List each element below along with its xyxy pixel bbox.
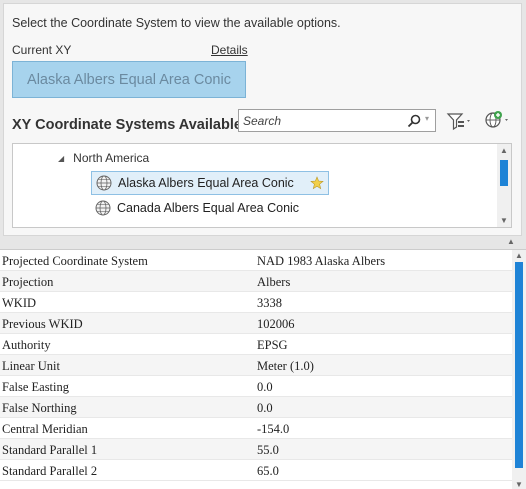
table-row: False Easting 0.0 [0,376,512,397]
properties-scroll-thumb[interactable] [515,262,523,468]
property-value: 102006 [257,317,295,331]
property-name: Authority [2,338,51,352]
table-row: Previous WKID 102006 [0,313,512,334]
tree-item-canada-albers[interactable]: Canada Albers Equal Area Conic [91,196,299,220]
property-name: False Northing [2,401,77,415]
property-name: Projected Coordinate System [2,254,148,268]
search-icon[interactable] [406,113,422,129]
filter-icon[interactable] [445,110,473,132]
search-box[interactable]: ▾ [238,109,436,132]
scroll-down-arrow-icon[interactable]: ▼ [497,216,511,225]
search-input[interactable] [243,112,403,129]
property-name: Linear Unit [2,359,60,373]
scroll-down-arrow-icon[interactable]: ▼ [512,480,526,489]
tree-item-alaska-albers[interactable]: Alaska Albers Equal Area Conic [91,171,329,195]
table-row: False Northing 0.0 [0,397,512,418]
tree-item-label: Alaska Albers Equal Area Conic [118,176,294,190]
current-xy-label: Current XY [12,43,72,57]
tree-group-label: North America [73,151,150,165]
splitter-arrow-icon[interactable]: ▲ [507,237,515,246]
table-row: Standard Parallel 2 65.0 [0,460,512,481]
add-globe-icon[interactable] [481,109,511,131]
property-value: Albers [257,275,291,289]
table-row: Linear Unit Meter (1.0) [0,355,512,376]
tree-item-label: Canada Albers Equal Area Conic [117,201,300,215]
tree-scroll-thumb[interactable] [500,160,508,186]
property-value: -154.0 [257,422,290,436]
property-value: 3338 [257,296,282,310]
scroll-up-arrow-icon[interactable]: ▲ [497,146,511,155]
property-value: 65.0 [257,464,279,478]
globe-icon [96,175,112,191]
property-name: WKID [2,296,37,310]
property-name: False Easting [2,380,70,394]
properties-table: Projected Coordinate System NAD 1983 Ala… [0,249,526,489]
table-row: Projected Coordinate System NAD 1983 Ala… [0,250,512,271]
property-name: Central Meridian [2,422,88,436]
search-options-chevron-icon[interactable]: ▾ [425,114,429,123]
property-value: 0.0 [257,380,273,394]
instructions-text: Select the Coordinate System to view the… [12,16,341,30]
property-name: Previous WKID [2,317,83,331]
table-row: Standard Parallel 1 55.0 [0,439,512,460]
collapse-triangle-icon[interactable]: ◢ [58,154,64,163]
favorite-pin-icon[interactable] [310,176,324,190]
property-name: Standard Parallel 1 [2,443,98,457]
coordinate-system-tree[interactable]: ◢ North America Alaska Albers Equal Area… [12,143,512,228]
scroll-up-arrow-icon[interactable]: ▲ [512,251,526,260]
available-systems-title: XY Coordinate Systems Available [12,117,242,133]
details-link[interactable]: Details [211,43,248,57]
property-value: 0.0 [257,401,273,415]
property-value: NAD 1983 Alaska Albers [257,254,386,268]
property-value: Meter (1.0) [257,359,314,373]
tree-group-north-america[interactable]: ◢ North America [58,151,149,165]
table-row: WKID 3338 [0,292,512,313]
property-name: Projection [2,275,54,289]
property-value: EPSG [257,338,288,352]
coordinate-system-panel: Select the Coordinate System to view the… [3,3,522,236]
globe-icon [95,200,111,216]
property-name: Standard Parallel 2 [2,464,98,478]
tree-scrollbar[interactable]: ▲ ▼ [497,144,511,227]
table-row: Authority EPSG [0,334,512,355]
property-value: 55.0 [257,443,279,457]
properties-scrollbar[interactable]: ▲ ▼ [512,250,526,489]
table-row: Projection Albers [0,271,512,292]
current-xy-box[interactable]: Alaska Albers Equal Area Conic [12,61,246,98]
table-row: Central Meridian -154.0 [0,418,512,439]
